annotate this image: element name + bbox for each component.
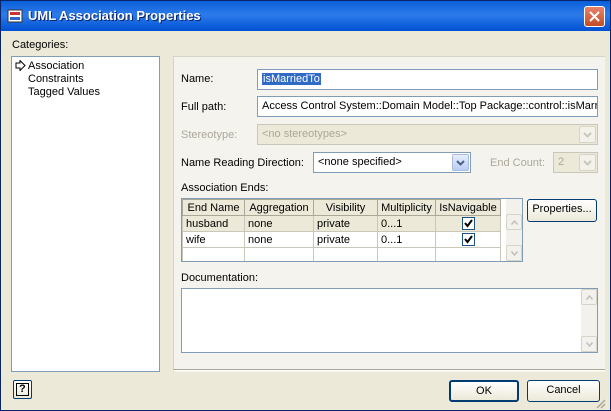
stereotype-dropdown-button <box>579 126 596 143</box>
uml-app-icon <box>7 9 23 23</box>
title-bar[interactable]: UML Association Properties <box>1 1 610 31</box>
end-count-label: End Count: <box>490 157 546 169</box>
properties-button[interactable]: Properties... <box>527 199 597 222</box>
stereotype-label: Stereotype: <box>181 129 238 141</box>
table-row-empty[interactable] <box>182 247 501 261</box>
categories-list[interactable]: Association Constraints Tagged Values <box>11 56 160 372</box>
end-count-dropdown-button <box>579 154 596 171</box>
isnavigable-checkbox[interactable] <box>461 233 475 246</box>
uml-association-properties-dialog: UML Association Properties Categories: A… <box>0 0 611 411</box>
resize-grip-icon <box>596 399 606 409</box>
end-name-cell[interactable]: husband <box>182 215 245 232</box>
close-icon <box>589 11 600 22</box>
aggregation-cell[interactable]: none <box>244 231 314 248</box>
isnavigable-cell[interactable] <box>435 231 501 248</box>
fullpath-value: Access Control System::Domain Model::Top… <box>262 100 598 112</box>
ends-grid-scrollbar[interactable] <box>506 199 522 261</box>
checkmark-icon <box>463 219 473 228</box>
cancel-button[interactable]: Cancel <box>527 380 600 402</box>
scroll-up-button[interactable] <box>581 289 597 305</box>
name-label: Name: <box>181 73 214 85</box>
multiplicity-cell[interactable]: 0...1 <box>377 231 436 248</box>
multiplicity-cell[interactable]: 0...1 <box>377 215 436 232</box>
stereotype-combo: <no stereotypes> <box>257 124 598 145</box>
column-header-end-name[interactable]: End Name <box>182 199 245 216</box>
visibility-cell[interactable]: private <box>313 215 378 232</box>
chevron-down-icon <box>583 132 592 138</box>
help-icon-glyph: ? <box>19 383 26 395</box>
scroll-up-button[interactable] <box>506 214 522 230</box>
end-name-cell[interactable]: wife <box>182 231 245 248</box>
help-button[interactable]: ? <box>13 380 32 399</box>
column-header-aggregation[interactable]: Aggregation <box>244 199 314 216</box>
end-count-combo: 2 <box>553 152 598 173</box>
aggregation-cell[interactable]: none <box>244 215 314 232</box>
isnavigable-checkbox[interactable] <box>461 217 475 230</box>
close-button[interactable] <box>584 6 605 27</box>
reading-direction-dropdown-button[interactable] <box>452 154 469 171</box>
table-row[interactable]: wife none private 0...1 <box>182 231 501 248</box>
chevron-down-icon <box>511 251 518 256</box>
checkmark-icon <box>463 235 473 244</box>
column-header-visibility[interactable]: Visibility <box>313 199 378 216</box>
category-association[interactable]: Association <box>28 60 84 72</box>
end-count-value: 2 <box>558 156 565 168</box>
chevron-up-icon <box>586 295 593 300</box>
panel-bottom-separator <box>173 369 605 371</box>
isnavigable-cell[interactable] <box>435 215 501 232</box>
chevron-up-icon <box>511 220 518 225</box>
reading-direction-combo[interactable]: <none specified> <box>313 152 471 173</box>
name-input[interactable]: isMarriedTo <box>257 69 598 90</box>
grid-header-row: End Name Aggregation Visibility Multipli… <box>182 199 501 216</box>
name-input-value: isMarriedTo <box>262 73 321 85</box>
visibility-cell[interactable]: private <box>313 231 378 248</box>
column-header-multiplicity[interactable]: Multiplicity <box>377 199 436 216</box>
chevron-down-icon <box>586 342 593 347</box>
fullpath-label: Full path: <box>181 101 227 113</box>
category-tagged-values[interactable]: Tagged Values <box>28 86 100 98</box>
column-header-isnavigable[interactable]: IsNavigable <box>435 199 501 216</box>
documentation-label: Documentation: <box>181 272 259 284</box>
category-constraints[interactable]: Constraints <box>28 73 84 85</box>
reading-direction-label: Name Reading Direction: <box>181 157 304 169</box>
scroll-down-button[interactable] <box>581 336 597 352</box>
window-title: UML Association Properties <box>28 8 201 23</box>
selected-arrow-icon <box>15 60 26 71</box>
documentation-scrollbar[interactable] <box>581 289 597 352</box>
chevron-down-icon <box>456 160 465 166</box>
association-ends-grid[interactable]: End Name Aggregation Visibility Multipli… <box>181 198 523 262</box>
association-ends-label: Association Ends: <box>181 182 269 194</box>
table-row[interactable]: husband none private 0...1 <box>182 215 501 232</box>
resize-grip[interactable] <box>594 397 606 409</box>
stereotype-value: <no stereotypes> <box>262 128 348 140</box>
scroll-down-button[interactable] <box>506 245 522 261</box>
fullpath-field[interactable]: Access Control System::Domain Model::Top… <box>257 96 598 117</box>
reading-direction-value: <none specified> <box>318 156 402 168</box>
categories-label: Categories: <box>12 39 69 51</box>
ok-button[interactable]: OK <box>449 380 519 402</box>
chevron-down-icon <box>583 160 592 166</box>
documentation-textarea[interactable] <box>181 288 598 353</box>
